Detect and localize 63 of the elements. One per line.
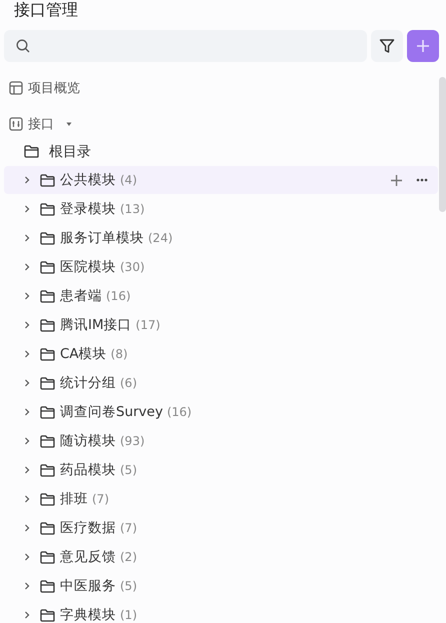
page-title: 接口管理 bbox=[13, 0, 78, 19]
tree-item[interactable]: 排班 (7) bbox=[4, 485, 438, 513]
chevron-right-icon bbox=[24, 495, 30, 503]
chevron-right-icon bbox=[24, 321, 30, 329]
folder-icon bbox=[40, 290, 55, 302]
folder-icon bbox=[40, 608, 55, 622]
folder-icon bbox=[40, 464, 55, 476]
chevron-right-icon bbox=[24, 582, 30, 590]
tree-item[interactable]: 服务订单模块 (24) bbox=[4, 224, 438, 252]
tree-item[interactable]: 随访模块 (93) bbox=[4, 427, 438, 455]
tree-item[interactable]: 医院模块 (30) bbox=[4, 253, 438, 281]
api-icon bbox=[9, 117, 23, 131]
folder-icon bbox=[24, 145, 39, 158]
folder-icon bbox=[40, 202, 55, 216]
folder-icon bbox=[40, 376, 55, 390]
tree-item[interactable]: 中医服务 (5) bbox=[4, 572, 438, 600]
tree-item[interactable]: CA模块 (8) bbox=[4, 340, 438, 368]
tree-item[interactable]: 字典模块 (1) bbox=[4, 601, 438, 623]
layout-icon bbox=[9, 81, 23, 95]
tree-item[interactable]: 医疗数据 (7) bbox=[4, 514, 438, 542]
chevron-right-icon bbox=[24, 205, 30, 213]
chevron-right-icon bbox=[24, 234, 30, 242]
chevron-right-icon bbox=[24, 350, 30, 358]
api-nav-item[interactable]: 接口 bbox=[4, 111, 73, 137]
folder-icon bbox=[40, 522, 55, 534]
plus-icon bbox=[391, 174, 402, 186]
chevron-right-icon bbox=[24, 379, 30, 387]
tree-item[interactable]: 腾讯IM接口 (17) bbox=[4, 311, 438, 339]
chevron-right-icon bbox=[24, 437, 30, 445]
chevron-right-icon bbox=[24, 611, 30, 619]
chevron-right-icon bbox=[24, 292, 30, 300]
chevron-right-icon bbox=[24, 176, 30, 184]
chevron-right-icon bbox=[24, 263, 30, 271]
tree-item[interactable]: 根目录 bbox=[4, 137, 91, 166]
folder-icon bbox=[40, 318, 55, 332]
overview-nav-item[interactable]: 项目概览 bbox=[4, 75, 80, 101]
chevron-right-icon bbox=[24, 553, 30, 561]
folder-icon bbox=[40, 492, 55, 506]
plus-icon bbox=[416, 39, 430, 53]
tree-item[interactable]: 调查问卷Survey (16) bbox=[4, 398, 438, 426]
chevron-right-icon bbox=[24, 466, 30, 474]
tree-item[interactable]: 患者端 (16) bbox=[4, 282, 438, 310]
folder-icon bbox=[40, 260, 55, 274]
tree-item[interactable]: 统计分组 (6) bbox=[4, 369, 438, 397]
filter-icon bbox=[379, 38, 395, 54]
scrollbar[interactable] bbox=[439, 77, 446, 212]
chevron-right-icon bbox=[24, 408, 30, 416]
folder-icon bbox=[40, 406, 55, 418]
chevron-right-icon bbox=[24, 524, 30, 532]
tree-item[interactable]: 公共模块 (4) bbox=[4, 166, 438, 194]
folder-icon bbox=[40, 580, 55, 592]
tree-item[interactable]: 登录模块 (13) bbox=[4, 195, 438, 223]
folder-icon bbox=[40, 232, 55, 244]
folder-icon bbox=[40, 550, 55, 564]
folder-icon bbox=[40, 434, 55, 448]
tree-item[interactable]: 意见反馈 (2) bbox=[4, 543, 438, 571]
more-icon bbox=[416, 178, 428, 182]
search-field[interactable] bbox=[4, 30, 367, 62]
tree-item[interactable]: 药品模块 (5) bbox=[4, 456, 438, 484]
folder-icon bbox=[40, 348, 55, 360]
folder-icon bbox=[40, 174, 55, 186]
filter-button[interactable] bbox=[371, 30, 403, 62]
search-icon bbox=[16, 39, 30, 53]
